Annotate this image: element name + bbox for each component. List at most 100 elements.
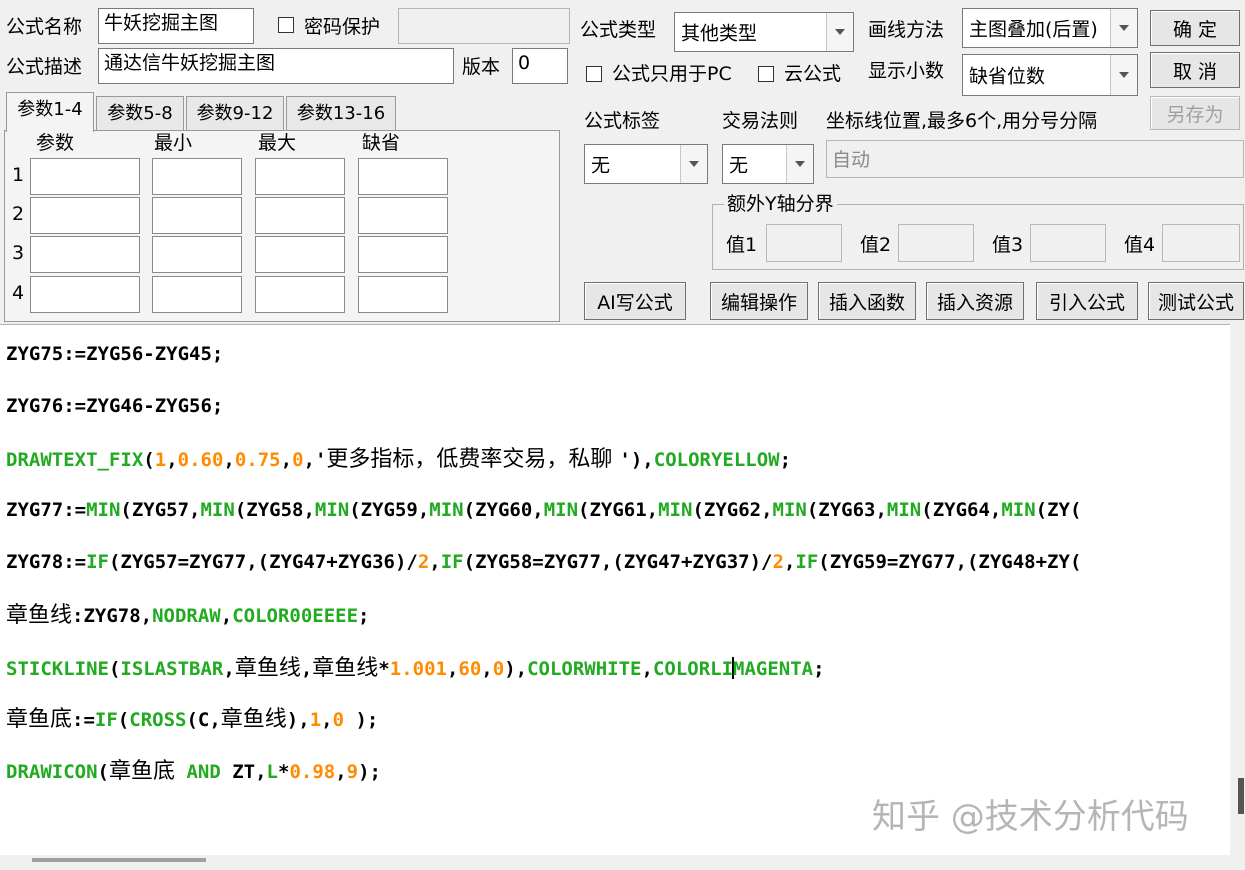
code-keyword: MIN: [314, 499, 350, 521]
editor-vertical-scrollbar[interactable]: [1230, 324, 1245, 855]
insert-resource-button[interactable]: 插入资源: [926, 282, 1024, 320]
param-min-field[interactable]: [152, 197, 242, 234]
code-text: ZYG76:=ZYG46-ZYG56;: [6, 395, 224, 417]
code-line[interactable]: 章鱼线:ZYG78,NODRAW,COLOR00EEEE;: [6, 605, 369, 627]
code-text: (: [117, 709, 130, 731]
ok-button[interactable]: 确 定: [1150, 10, 1240, 46]
editor-scroll-thumb[interactable]: [1238, 778, 1244, 814]
code-number: 0: [292, 449, 304, 471]
param-min-field[interactable]: [152, 276, 242, 313]
tab-params-13-16[interactable]: 参数13-16: [286, 96, 396, 130]
version-input[interactable]: 0: [512, 48, 568, 84]
code-keyword: MIN: [86, 499, 121, 521]
y-value-2-input[interactable]: [898, 224, 974, 262]
y-value-4-label: 值4: [1124, 234, 1156, 256]
param-max-field[interactable]: [255, 197, 345, 234]
param-default-field[interactable]: [358, 197, 448, 234]
test-formula-button[interactable]: 测试公式: [1148, 282, 1244, 320]
code-keyword: MIN: [886, 499, 922, 521]
import-formula-button[interactable]: 引入公式: [1036, 282, 1138, 320]
code-text: (ZYG59,: [349, 499, 430, 521]
code-keyword: COLORWHITE: [527, 658, 642, 680]
code-line[interactable]: ZYG76:=ZYG46-ZYG56;: [6, 397, 223, 416]
code-line[interactable]: DRAWICON(章鱼底 AND ZT,L*0.98,9);: [6, 761, 381, 783]
code-keyword: IF: [86, 551, 109, 573]
code-text: (ZYG59=ZYG77,(ZYG48+ZY(: [818, 551, 1082, 573]
param-max-field[interactable]: [255, 158, 345, 195]
code-text: );: [358, 761, 381, 783]
code-text: ,: [166, 449, 178, 471]
code-text: ),: [504, 658, 528, 680]
code-text: (ZYG58,: [234, 499, 315, 521]
code-text: 章鱼底: [6, 707, 73, 732]
cancel-button[interactable]: 取 消: [1150, 52, 1240, 88]
formula-desc-input[interactable]: 通达信牛妖挖掘主图: [98, 48, 454, 84]
code-line[interactable]: DRAWTEXT_FIX(1,0.60,0.75,0,'更多指标，低费率交易，私…: [6, 449, 791, 471]
draw-method-label: 画线方法: [868, 19, 945, 41]
param-name-field[interactable]: [30, 158, 140, 195]
code-keyword: MIN: [1001, 499, 1036, 521]
formula-tag-select[interactable]: 无: [584, 144, 708, 184]
decimals-select[interactable]: 缺省位数: [962, 54, 1138, 96]
code-line[interactable]: 章鱼底:=IF(CROSS(C,章鱼线),1,0 );: [6, 709, 378, 731]
code-text: ZYG75:=ZYG56-ZYG45;: [6, 343, 224, 365]
insert-function-button[interactable]: 插入函数: [818, 282, 916, 320]
code-keyword: MIN: [429, 499, 464, 521]
formula-name-input[interactable]: 牛妖挖掘主图: [98, 8, 254, 44]
param-min-field[interactable]: [152, 236, 242, 273]
params-row-number: 2: [12, 203, 25, 225]
tab-params-5-8[interactable]: 参数5-8: [96, 96, 184, 130]
formula-type-label: 公式类型: [580, 19, 657, 41]
code-text: 章鱼线: [312, 656, 379, 681]
cloud-formula-checkbox[interactable]: [758, 66, 774, 82]
code-keyword: NODRAW: [152, 605, 221, 627]
pc-only-checkbox[interactable]: [586, 66, 602, 82]
code-keyword: COLOR00EEEE: [232, 605, 359, 627]
param-default-field[interactable]: [358, 276, 448, 313]
code-text: 更多指标，低费率交易，私聊: [326, 447, 620, 472]
param-name-field[interactable]: [30, 276, 140, 313]
formula-type-select[interactable]: 其他类型: [674, 12, 854, 52]
y-value-3-label: 值3: [992, 234, 1024, 256]
param-name-field[interactable]: [30, 197, 140, 234]
param-name-field[interactable]: [30, 236, 140, 273]
chevron-down-icon: [1110, 55, 1137, 95]
y-value-1-label: 值1: [726, 234, 758, 256]
ai-write-formula-button[interactable]: AI写公式: [584, 282, 686, 320]
coord-lines-label: 坐标线位置,最多6个,用分号分隔: [826, 110, 1098, 132]
param-default-field[interactable]: [358, 236, 448, 273]
code-number: 0.60: [177, 449, 224, 471]
y-value-1-input[interactable]: [766, 224, 842, 262]
password-protect-checkbox[interactable]: [278, 17, 294, 33]
code-line[interactable]: ZYG78:=IF(ZYG57=ZYG77,(ZYG47+ZYG36)/2,IF…: [6, 553, 1081, 572]
y-value-4-input[interactable]: [1162, 224, 1240, 262]
save-as-button[interactable]: 另存为: [1150, 96, 1240, 130]
code-line[interactable]: ZYG75:=ZYG56-ZYG45;: [6, 345, 223, 364]
code-text: ZYG78:=: [6, 551, 87, 573]
chevron-down-icon: [786, 145, 813, 183]
pc-only-label: 公式只用于PC: [612, 63, 732, 85]
code-keyword: IF: [94, 709, 118, 731]
param-max-field[interactable]: [255, 236, 345, 273]
param-max-field[interactable]: [255, 276, 345, 313]
formula-type-value: 其他类型: [681, 22, 758, 45]
param-min-field[interactable]: [152, 158, 242, 195]
code-text: ,: [481, 658, 493, 680]
code-line[interactable]: ZYG77:=MIN(ZYG57,MIN(ZYG58,MIN(ZYG59,MIN…: [6, 501, 1081, 520]
code-line[interactable]: STICKLINE(ISLASTBAR,章鱼线,章鱼线*1.001,60,0),…: [6, 657, 825, 680]
code-text: (: [143, 449, 155, 471]
edit-operations-button[interactable]: 编辑操作: [710, 282, 808, 320]
chevron-down-icon: [826, 13, 853, 51]
code-number: 1: [309, 709, 322, 731]
trading-rule-select[interactable]: 无: [722, 144, 814, 184]
param-default-field[interactable]: [358, 158, 448, 195]
code-text: ,: [783, 551, 796, 573]
draw-method-select[interactable]: 主图叠加(后置): [962, 8, 1138, 48]
y-value-3-input[interactable]: [1030, 224, 1106, 262]
code-editor[interactable]: ZYG75:=ZYG56-ZYG45; ZYG76:=ZYG46-ZYG56; DR…: [0, 324, 1230, 856]
code-text: (ZYG61,: [578, 499, 659, 521]
tab-params-1-4[interactable]: 参数1-4: [6, 92, 94, 132]
editor-hscroll-thumb[interactable]: [32, 858, 206, 862]
tab-params-9-12[interactable]: 参数9-12: [186, 96, 284, 130]
decimals-value: 缺省位数: [969, 65, 1046, 88]
